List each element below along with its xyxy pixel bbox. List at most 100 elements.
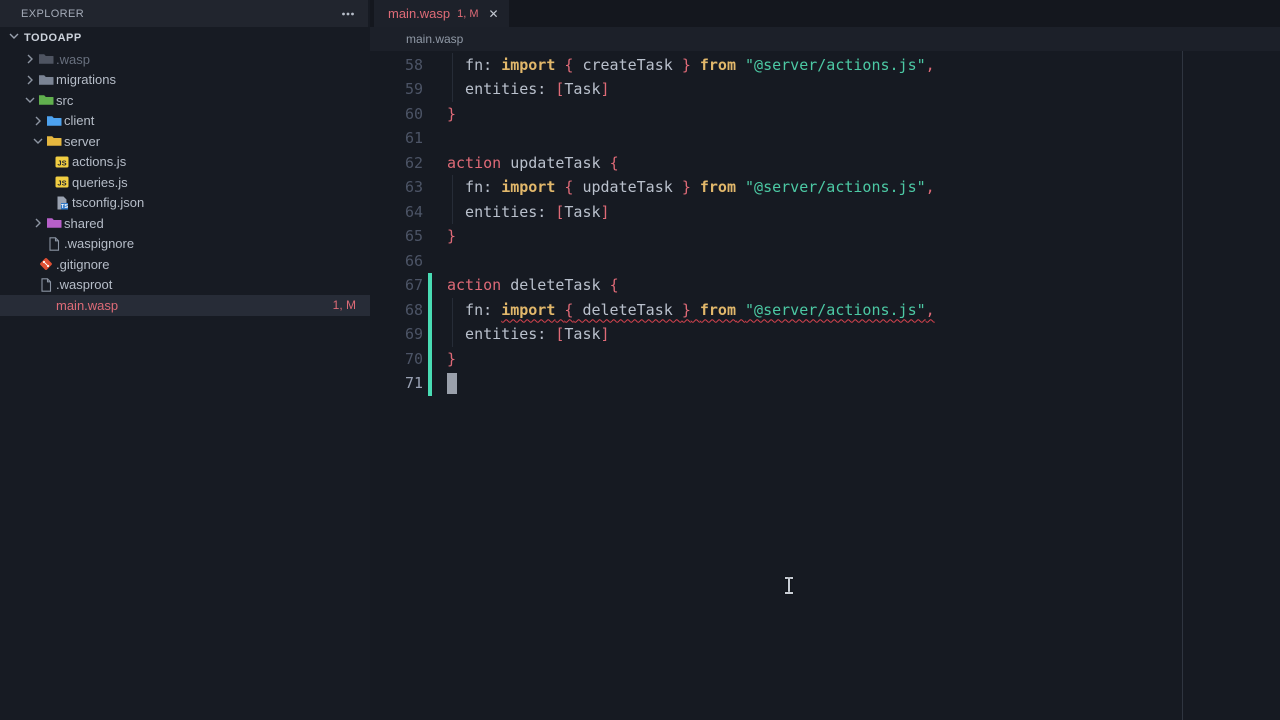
chevron-spacer	[22, 277, 38, 293]
js-icon: JS	[54, 154, 70, 170]
tree-item-label: client	[64, 113, 94, 128]
ellipsis-icon[interactable]	[340, 6, 356, 22]
line-number: 67	[370, 273, 423, 297]
tab-main-wasp[interactable]: main.wasp 1, M ✕	[374, 0, 509, 27]
code-line-65[interactable]: 65}	[370, 224, 1280, 248]
tree-item-queries-js[interactable]: JSqueries.js	[0, 172, 370, 193]
close-icon[interactable]: ✕	[489, 7, 499, 21]
code-line-58[interactable]: 58 fn: import { createTask } from "@serv…	[370, 53, 1280, 77]
code-text: fn: import { updateTask } from "@server/…	[447, 175, 935, 199]
code-line-60[interactable]: 60}	[370, 102, 1280, 126]
root-folder-label: TODOAPP	[24, 32, 82, 44]
tree-item-server[interactable]: server	[0, 131, 370, 152]
code-line-62[interactable]: 62action updateTask {	[370, 151, 1280, 175]
svg-text:JS: JS	[57, 179, 66, 188]
code-text: }	[447, 224, 456, 248]
git-modified-gutter-bar	[428, 322, 432, 347]
tree-root-todoapp[interactable]: TODOAPP	[0, 27, 370, 49]
tree-item-label: migrations	[56, 72, 116, 87]
tree-item-src[interactable]: src	[0, 90, 370, 111]
explorer-title: EXPLORER	[21, 8, 84, 20]
git-modified-gutter-bar	[428, 371, 432, 396]
code-area[interactable]: 58 fn: import { createTask } from "@serv…	[370, 51, 1280, 720]
git-modified-gutter-bar	[428, 298, 432, 323]
code-line-69[interactable]: 69 entities: [Task]	[370, 322, 1280, 346]
code-line-68[interactable]: 68 fn: import { deleteTask } from "@serv…	[370, 298, 1280, 322]
chevron-right-icon[interactable]	[22, 51, 38, 67]
chevron-down-icon[interactable]	[30, 133, 46, 149]
tree-item-label: shared	[64, 216, 104, 231]
tree-item-label: actions.js	[72, 154, 126, 169]
folder-icon	[38, 72, 54, 88]
line-number: 68	[370, 298, 423, 322]
code-line-71[interactable]: 71	[370, 371, 1280, 395]
chevron-spacer	[22, 297, 38, 313]
git-modified-gutter-bar	[428, 347, 432, 372]
line-number: 60	[370, 102, 423, 126]
tree-item-main-wasp[interactable]: main.wasp 1, M	[0, 295, 370, 316]
tree-item-label: server	[64, 134, 100, 149]
tree-item-dot-wasp[interactable]: .wasp	[0, 49, 370, 70]
tree-item-dot-gitignore[interactable]: .gitignore	[0, 254, 370, 275]
code-text: }	[447, 347, 456, 371]
chevron-down-icon[interactable]	[22, 92, 38, 108]
code-text: entities: [Task]	[447, 322, 610, 346]
tree-item-actions-js[interactable]: JS actions.js	[0, 152, 370, 173]
tree-item-shared[interactable]: shared	[0, 213, 370, 234]
tab-bar: main.wasp 1, M ✕	[370, 0, 1280, 27]
explorer-header: EXPLORER	[0, 0, 368, 27]
tree-item-label: main.wasp	[56, 298, 118, 313]
code-text: fn: import { createTask } from "@server/…	[447, 53, 935, 77]
chevron-spacer	[38, 154, 54, 170]
editor-group: main.wasp 1, M ✕ main.wasp 58 fn: import…	[370, 0, 1280, 720]
line-number: 66	[370, 249, 423, 273]
chevron-right-icon[interactable]	[30, 215, 46, 231]
breadcrumb-file[interactable]: main.wasp	[406, 32, 463, 46]
error-squiggle: import { deleteTask } from "@server/acti…	[501, 301, 935, 319]
chevron-spacer	[22, 256, 38, 272]
tree-item-label: .gitignore	[56, 257, 109, 272]
chevron-right-icon[interactable]	[30, 113, 46, 129]
svg-text:TS: TS	[61, 204, 68, 210]
code-text: fn: import { deleteTask } from "@server/…	[447, 298, 935, 322]
tree-item-migrations[interactable]: migrations	[0, 70, 370, 91]
tree-item-label: .waspignore	[64, 236, 134, 251]
line-number: 71	[370, 371, 423, 395]
chevron-spacer	[38, 174, 54, 190]
code-line-59[interactable]: 59 entities: [Task]	[370, 77, 1280, 101]
line-number: 59	[370, 77, 423, 101]
folder-shared-icon	[46, 215, 62, 231]
code-line-61[interactable]: 61	[370, 126, 1280, 150]
code-line-66[interactable]: 66	[370, 249, 1280, 273]
line-number: 69	[370, 322, 423, 346]
file-icon	[46, 236, 62, 252]
tree-item-tsconfig-json[interactable]: TS tsconfig.json	[0, 193, 370, 214]
code-line-63[interactable]: 63 fn: import { updateTask } from "@serv…	[370, 175, 1280, 199]
svg-text:JS: JS	[57, 158, 66, 167]
explorer-sidebar: EXPLORER TODOAPP .wasp migrations src clien…	[0, 0, 370, 720]
line-number: 70	[370, 347, 423, 371]
code-text: }	[447, 102, 456, 126]
tree-item-dot-wasproot[interactable]: .wasproot	[0, 275, 370, 296]
git-status-badge: 1, M	[333, 298, 370, 312]
code-line-67[interactable]: 67action deleteTask {	[370, 273, 1280, 297]
chevron-right-icon[interactable]	[22, 72, 38, 88]
mouse-ibeam-cursor	[784, 577, 794, 594]
code-text: entities: [Task]	[447, 77, 610, 101]
code-line-64[interactable]: 64 entities: [Task]	[370, 200, 1280, 224]
tree-item-label: tsconfig.json	[72, 195, 144, 210]
file-icon	[38, 277, 54, 293]
line-number: 62	[370, 151, 423, 175]
git-icon	[38, 256, 54, 272]
line-number: 64	[370, 200, 423, 224]
folder-client-icon	[46, 113, 62, 129]
line-number: 65	[370, 224, 423, 248]
tree-item-label: .wasproot	[56, 277, 112, 292]
chevron-down-icon	[6, 28, 22, 49]
code-line-70[interactable]: 70}	[370, 347, 1280, 371]
tree-item-dot-waspignore[interactable]: .waspignore	[0, 234, 370, 255]
line-number: 58	[370, 53, 423, 77]
chevron-spacer	[38, 195, 54, 211]
chevron-spacer	[30, 236, 46, 252]
tree-item-client[interactable]: client	[0, 111, 370, 132]
